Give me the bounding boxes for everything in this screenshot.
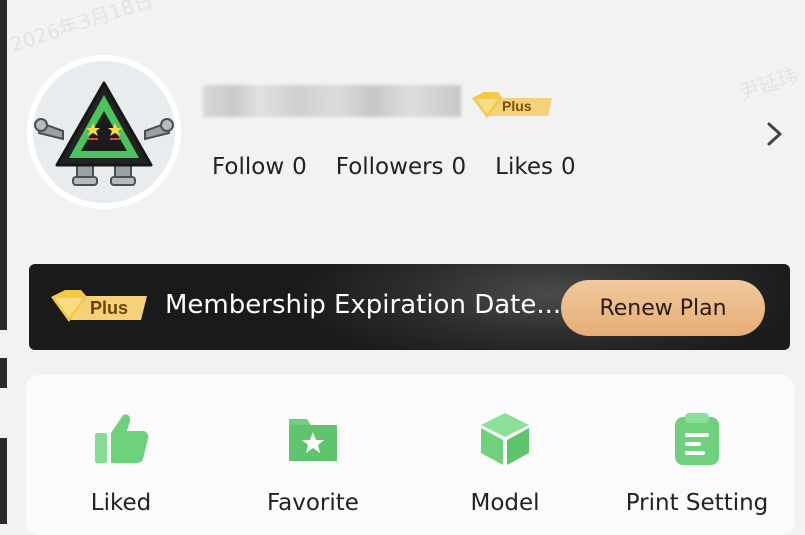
edge-gap <box>0 330 7 358</box>
stat-likes-label: Likes <box>495 154 554 180</box>
watermark-name: 尹延玮 <box>736 63 801 105</box>
membership-plus-badge: Plus <box>51 290 147 328</box>
stat-likes[interactable]: Likes 0 <box>495 154 575 180</box>
shortcut-model-label: Model <box>470 490 540 516</box>
profile-stats: Follow 0 Followers 0 Likes 0 <box>212 154 576 180</box>
stat-followers-label: Followers <box>335 154 444 180</box>
shortcut-liked[interactable]: Liked <box>26 375 216 535</box>
stat-follow-count: 0 <box>292 154 307 180</box>
shortcut-favorite[interactable]: Favorite <box>218 375 408 535</box>
stat-follow-label: Follow <box>212 154 285 180</box>
plus-badge-label: Plus <box>502 98 532 114</box>
username-blurred <box>203 85 461 117</box>
stat-followers-count: 0 <box>451 154 467 180</box>
stat-followers[interactable]: Followers 0 <box>336 154 466 180</box>
stat-likes-count: 0 <box>561 154 576 180</box>
avatar[interactable] <box>33 61 175 203</box>
shortcut-print-setting-label: Print Setting <box>625 490 769 516</box>
stat-follow[interactable]: Follow 0 <box>212 154 307 180</box>
watermark-date: 2026年3月18日 <box>7 0 157 57</box>
shortcut-print-setting[interactable]: Print Setting <box>602 375 792 535</box>
edge-gap <box>0 388 7 438</box>
membership-banner: Plus Membership Expiration Date... Renew… <box>29 264 790 350</box>
shortcut-favorite-label: Favorite <box>267 490 359 516</box>
membership-expiration-text: Membership Expiration Date... <box>165 290 562 320</box>
robot-avatar-icon <box>33 61 175 203</box>
plus-badge: Plus <box>472 92 552 120</box>
chevron-right-icon[interactable] <box>764 121 786 147</box>
shortcut-model[interactable]: Model <box>410 375 600 535</box>
left-window-edge <box>0 0 7 524</box>
thumbs-up-icon <box>95 414 149 463</box>
renew-plan-button[interactable]: Renew Plan <box>561 280 765 336</box>
clipboard-icon <box>675 413 719 465</box>
shortcut-liked-label: Liked <box>90 490 152 516</box>
star-folder-icon <box>289 419 337 461</box>
shortcuts-panel: Liked Favorite Model Print Setting <box>26 375 794 535</box>
membership-plus-label: Plus <box>90 298 129 318</box>
cube-icon <box>481 413 529 465</box>
